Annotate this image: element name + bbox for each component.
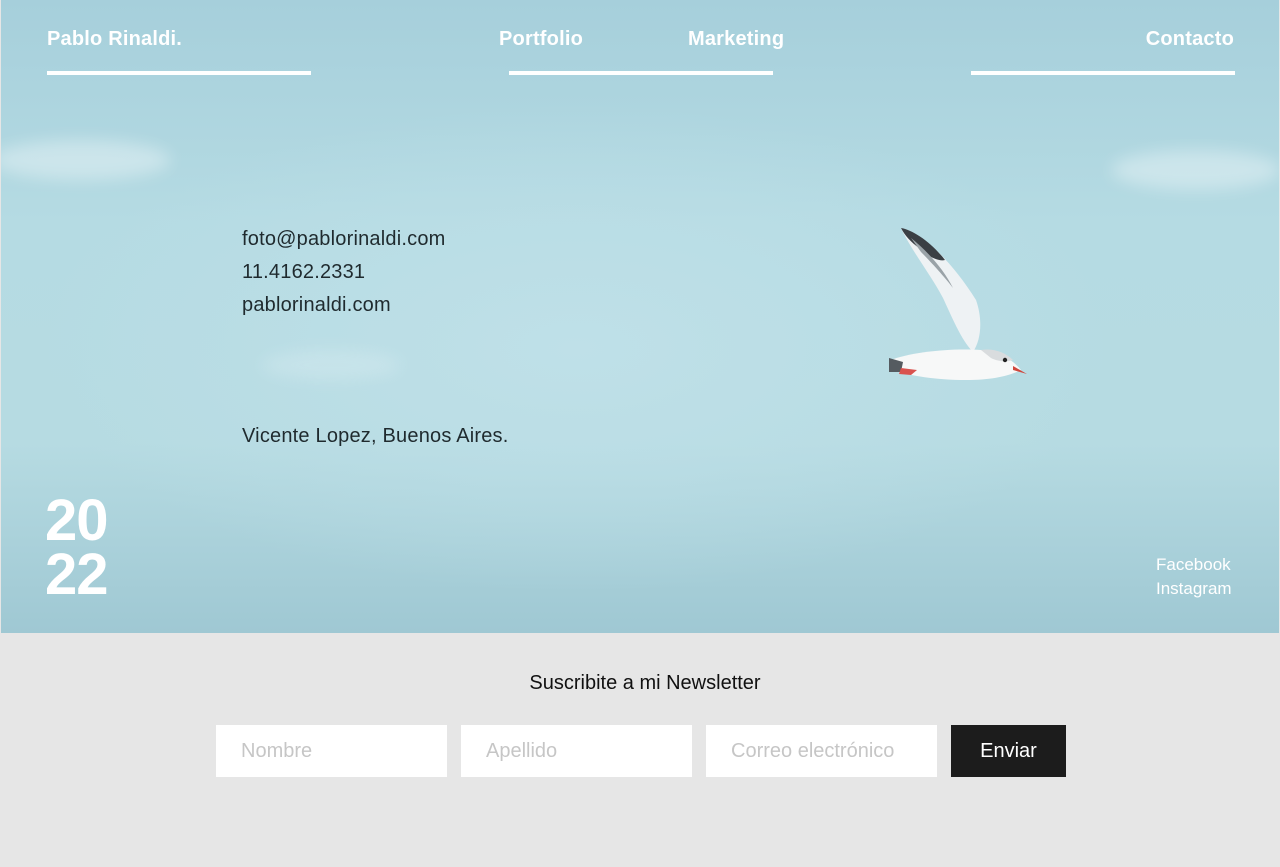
hero-section: Pablo Rinaldi. Portfolio Marketing Conta… [1, 0, 1279, 633]
brand-logo-link[interactable]: Pablo Rinaldi. [47, 28, 182, 51]
nav-contacto-link[interactable]: Contacto [1146, 28, 1234, 51]
email-input[interactable] [706, 725, 937, 777]
newsletter-title: Suscribite a mi Newsletter [529, 672, 761, 694]
year-top-digits: 20 [45, 488, 109, 553]
nav-underline [47, 71, 311, 75]
nav-marketing-link[interactable]: Marketing [688, 28, 784, 51]
cloud-decoration [261, 350, 401, 380]
contact-website[interactable]: pablorinaldi.com [242, 294, 391, 317]
last-name-input[interactable] [461, 725, 692, 777]
submit-button[interactable]: Enviar [951, 725, 1066, 777]
nav-underline [509, 71, 773, 75]
contact-location: Vicente Lopez, Buenos Aires. [242, 425, 509, 447]
nav-portfolio-link[interactable]: Portfolio [499, 28, 583, 51]
contact-email[interactable]: foto@pablorinaldi.com [242, 228, 446, 251]
facebook-link[interactable]: Facebook [1156, 555, 1234, 575]
instagram-link[interactable]: Instagram [1156, 579, 1234, 599]
nav-underline [971, 71, 1235, 75]
year-bottom-digits: 22 [45, 542, 109, 607]
first-name-input[interactable] [216, 725, 447, 777]
contact-phone[interactable]: 11.4162.2331 [242, 261, 365, 284]
cloud-decoration [1, 140, 171, 180]
cloud-decoration [1111, 150, 1279, 190]
seagull-image [889, 228, 1027, 380]
